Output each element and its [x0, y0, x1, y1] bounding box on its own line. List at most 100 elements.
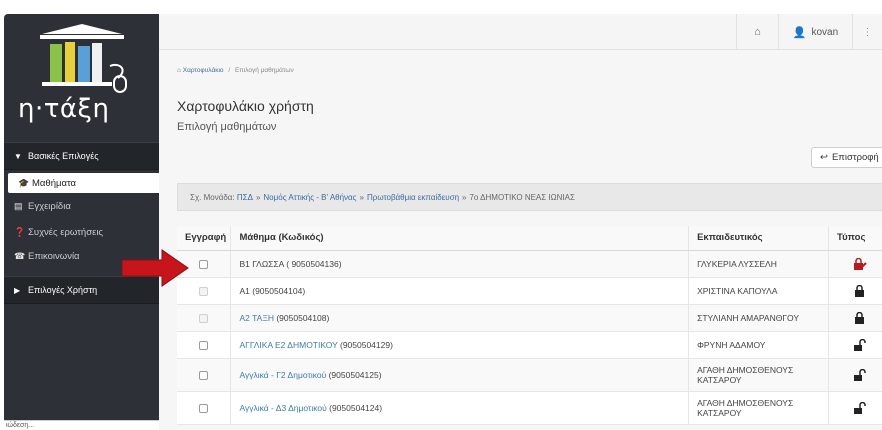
enroll-cell — [177, 304, 232, 332]
home-icon: ⌂ — [754, 26, 761, 38]
school-path-bar: Σχ. Μονάδα: ΠΣΔ » Νομός Αττικής - Β' Αθή… — [177, 183, 882, 211]
type-cell — [828, 277, 882, 305]
school-path-psd[interactable]: ΠΣΔ — [237, 193, 253, 202]
lesson-cell: Αγγλικά - Γ2 Δημοτικού (9050504125) — [230, 358, 690, 392]
teacher-line: ΑΓΑΘΗ ΔΗΜΟΣΘΕΝΟΥΣ — [697, 364, 794, 375]
path-separator: » — [359, 192, 364, 202]
lesson-link[interactable]: Αγγλικά - Γ2 Δημοτικού — [239, 370, 326, 380]
col-type[interactable]: Τύπος — [828, 226, 882, 251]
enroll-checkbox[interactable] — [199, 403, 209, 413]
red-arrow-annotation — [122, 249, 189, 287]
enroll-checkbox[interactable] — [199, 340, 209, 350]
reply-arrow-icon: ↩ — [820, 152, 828, 163]
sidebar-item-lessons[interactable]: 🎓 Μαθήματα — [8, 173, 159, 193]
lesson-link[interactable]: Α2 ΤΑΞΗ — [239, 313, 274, 323]
enroll-cell — [177, 391, 232, 425]
lock-icon — [855, 311, 864, 324]
back-button-label: Επιστροφή — [831, 152, 879, 163]
teacher-cell: ΓΛΥΚΕΡΙΑ ΛΥΣΣΕΛΗ — [688, 250, 829, 278]
lesson-code: (9050504129) — [337, 339, 393, 350]
breadcrumb-home[interactable]: ⌂ Χαρτοφυλάκιο — [177, 67, 225, 74]
home-button[interactable]: ⌂ — [736, 14, 778, 50]
page-subtitle: Επιλογή μαθημάτων — [177, 121, 277, 133]
topbar: ⌂ 👤 kovan ⋮ — [159, 14, 882, 50]
type-cell — [828, 331, 882, 359]
section-basic-options[interactable]: ▼ Βασικές Επιλογές — [4, 142, 159, 170]
col-lesson[interactable]: Μάθημα (Κωδικός) — [230, 226, 690, 251]
breadcrumb-current: Επιλογή μαθημάτων — [234, 67, 294, 74]
back-button[interactable]: ↩ Επιστροφή — [811, 147, 882, 168]
path-separator: » — [255, 192, 261, 202]
more-icon: ⋮ — [862, 26, 873, 38]
breadcrumb: ⌂ Χαρτοφυλάκιο / Επιλογή μαθημάτων — [177, 67, 294, 74]
teacher-cell: ΑΓΑΘΗ ΔΗΜΟΣΘΕΝΟΥΣ ΚΑΤΣΑΡΟΥ — [688, 358, 829, 392]
enroll-cell — [177, 358, 232, 392]
unlock-icon — [854, 368, 866, 381]
more-menu[interactable]: ⋮ — [852, 14, 882, 50]
lesson-code: (9050504108) — [273, 312, 330, 323]
table-row: Α1 (9050504104) ΧΡΙΣΤΙΝΑ ΚΑΠΟΥΛΑ — [177, 277, 882, 305]
table-header-row: Εγγραφή Μάθημα (Κωδικός) Εκπαιδευτικός Τ… — [177, 226, 882, 251]
unlock-icon — [854, 401, 866, 414]
school-prefix: Σχ. Μονάδα: — [190, 192, 235, 202]
graduation-cap-icon: 🎓 — [18, 177, 30, 188]
table-row: Α2 ΤΑΞΗ (9050504108) ΣΤΥΛΙΑΝΗ ΑΜΑΡΑΝΘΓΟΥ — [177, 304, 882, 332]
user-icon: 👤 — [792, 26, 807, 39]
chevron-down-icon: ▼ — [14, 151, 22, 161]
sidebar-item-manuals[interactable]: ▤ Εγχειρίδια — [4, 196, 159, 216]
breadcrumb-separator: / — [228, 67, 231, 74]
table-row: Αγγλικά - Δ3 Δημοτικού (9050504124) ΑΓΑΘ… — [177, 391, 882, 425]
teacher-cell: ΣΤΥΛΙΑΝΗ ΑΜΑΡΑΝΘΓΟΥ — [688, 304, 829, 332]
lesson-cell: Β1 ΓΛΩΣΣΑ ( 9050504136) — [230, 250, 690, 278]
lesson-cell: Α2 ΤΑΞΗ (9050504108) — [230, 304, 690, 332]
lesson-cell: ΑΓΓΛΙΚΑ Ε2 ΔΗΜΟΤΙΚΟΥ (9050504129) — [230, 331, 690, 359]
sidebar-bottom-text: ιώδεση... — [4, 420, 159, 430]
lesson-code: (9050504124) — [326, 402, 383, 413]
section-user-label: Επιλογές Χρήστη — [28, 285, 98, 295]
enroll-checkbox[interactable] — [199, 370, 209, 380]
enroll-checkbox[interactable] — [199, 259, 209, 269]
app-root: { "brand": { "logo_text": "η·τάξη" }, "s… — [0, 0, 882, 430]
teacher-cell: ΦΡΥΝΗ ΑΔΑΜΟΥ — [688, 331, 829, 359]
sidebar-item-label: Επικοινωνία — [28, 250, 80, 262]
lessons-table: Εγγραφή Μάθημα (Κωδικός) Εκπαιδευτικός Τ… — [177, 226, 882, 425]
enroll-checkbox[interactable] — [199, 286, 209, 296]
question-circle-icon: ❓ — [14, 226, 26, 237]
section-basic-label: Βασικές Επιλογές — [28, 151, 99, 161]
lesson-code: (9050504125) — [326, 369, 382, 380]
teacher-cell: ΧΡΙΣΤΙΝΑ ΚΑΠΟΥΛΑ — [688, 277, 829, 305]
lesson-link[interactable]: ΑΓΓΛΙΚΑ Ε2 ΔΗΜΟΤΙΚΟΥ — [239, 340, 337, 350]
table-row: Αγγλικά - Γ2 Δημοτικού (9050504125) ΑΓΑΘ… — [177, 358, 882, 392]
type-cell — [828, 250, 882, 278]
lesson-link[interactable]: Αγγλικά - Δ3 Δημοτικού — [239, 403, 326, 413]
school-path-level[interactable]: Πρωτοβάθμια εκπαίδευση — [367, 193, 459, 202]
sidebar-item-label: Συχνές ερωτήσεις — [28, 226, 104, 238]
lock-icon — [855, 284, 864, 297]
sidebar-item-faq[interactable]: ❓ Συχνές ερωτήσεις — [4, 222, 159, 242]
type-cell — [828, 391, 882, 425]
brand-logo[interactable]: η·τάξη — [4, 14, 159, 142]
sidebar-item-label: Μαθήματα — [32, 177, 77, 189]
teacher-line: ΚΑΤΣΑΡΟΥ — [697, 374, 742, 385]
phone-icon: ☎ — [14, 250, 26, 261]
col-enroll[interactable]: Εγγραφή — [177, 226, 232, 251]
teacher-cell: ΑΓΑΘΗ ΔΗΜΟΣΘΕΝΟΥΣ ΚΑΤΣΑΡΟΥ — [688, 391, 829, 425]
lesson-cell: Α1 (9050504104) — [230, 277, 690, 305]
unlock-icon — [854, 338, 866, 351]
page-title: Χαρτοφυλάκιο χρήστη — [177, 98, 314, 114]
lock-pencil-icon — [854, 257, 867, 270]
username: kovan — [811, 26, 839, 38]
brand-text: η·τάξη — [18, 94, 110, 124]
school-path-prefecture[interactable]: Νομός Αττικής - Β' Αθήνας — [263, 193, 356, 202]
enroll-checkbox[interactable] — [199, 313, 209, 323]
teacher-line: ΚΑΤΣΑΡΟΥ — [697, 407, 742, 418]
path-separator: » — [462, 192, 467, 202]
table-row: Β1 ΓΛΩΣΣΑ ( 9050504136) ΓΛΥΚΕΡΙΑ ΛΥΣΣΕΛΗ — [177, 250, 882, 278]
breadcrumb-home-label: Χαρτοφυλάκιο — [182, 67, 224, 74]
type-cell — [828, 358, 882, 392]
chevron-right-icon: ▶ — [14, 285, 21, 295]
user-menu[interactable]: 👤 kovan — [778, 14, 852, 50]
school-name: 7ο ΔΗΜΟΤΙΚΟ ΝΕΑΣ ΙΩΝΙΑΣ — [469, 192, 575, 202]
sidebar-item-label: Εγχειρίδια — [28, 200, 71, 212]
col-teacher[interactable]: Εκπαιδευτικός — [688, 226, 829, 251]
